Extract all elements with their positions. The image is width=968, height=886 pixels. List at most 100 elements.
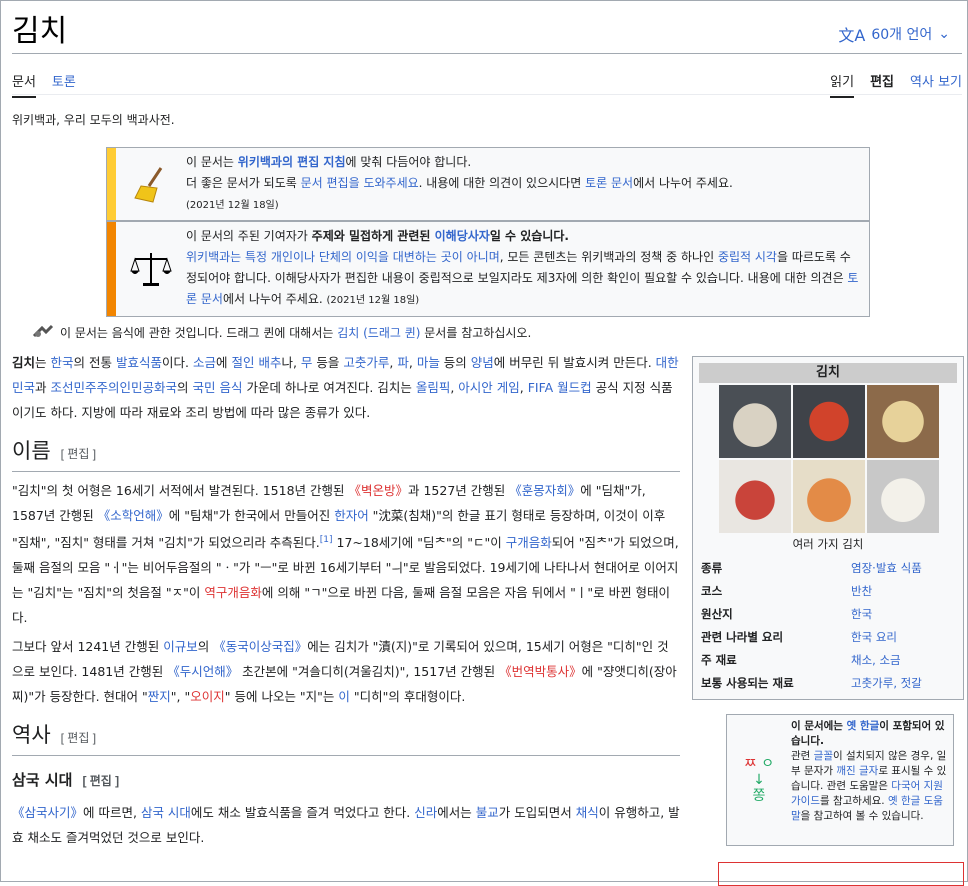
notice-text: 이 문서에는 옛 한글이 포함되어 있습니다. 관련 글꼴이 설치되지 않은 경… [791, 720, 947, 822]
link-beonyeok[interactable]: 《번역박통사》 [499, 664, 582, 679]
npov-link[interactable]: 중립적 시각 [718, 250, 777, 264]
scales-icon [116, 222, 186, 316]
infobox-value[interactable]: 반찬 [851, 580, 957, 603]
kimchi-photo [867, 385, 939, 458]
infobox-title: 김치 [699, 363, 957, 383]
edit-section-link[interactable]: [ 편집 ] [61, 731, 96, 745]
infobox-value[interactable]: 고춧가루, 젓갈 [851, 672, 957, 695]
infobox-value[interactable]: 채소, 소금 [851, 649, 957, 672]
infobox-caption: 여러 가지 김치 [792, 537, 864, 551]
link-jjanji[interactable]: 짠지 [148, 689, 171, 704]
infobox-row: 코스 반찬 [693, 580, 963, 603]
infobox-value[interactable]: 한국 요리 [851, 626, 957, 649]
infobox-value[interactable]: 염장·발효 식품 [851, 557, 957, 580]
subsection-heading-samguk: 삼국 시대[ 편집 ] [12, 771, 120, 790]
old-hangul-notice: ㅉ ㅇ ↓ 쫑 이 문서에는 옛 한글이 포함되어 있습니다. 관련 글꼴이 설… [726, 714, 954, 846]
kimchi-photo [793, 385, 865, 458]
tabs-divider [12, 94, 962, 95]
chevron-down-icon: ⌄ [938, 26, 950, 42]
link-three-kingdoms[interactable]: 삼국 시대 [141, 805, 191, 820]
paragraph: 그보다 앞서 1241년 간행된 이규보의 《동국이상국집》에는 김치가 "漬(… [12, 639, 677, 705]
link-korea[interactable]: 한국 [51, 355, 74, 370]
disambiguation-icon [32, 324, 54, 341]
link-sohakeonhae[interactable]: 《소학언해》 [98, 508, 169, 523]
link-yi-gyubo[interactable]: 이규보 [163, 639, 198, 654]
link-donggukisangguk[interactable]: 《동국이상국집》 [213, 639, 307, 654]
link-dusieonhae[interactable]: 《두시언해》 [167, 664, 238, 679]
broom-icon [116, 148, 186, 220]
notice-bar [107, 222, 116, 316]
old-hangul-link[interactable]: 옛 한글 [847, 720, 880, 732]
edit-section-link[interactable]: [ 편집 ] [61, 447, 96, 461]
link-chili[interactable]: 고춧가루 [343, 355, 389, 370]
language-count: 60개 언어 [871, 27, 933, 43]
section-heading-history: 역사[ 편집 ] [12, 723, 680, 757]
link-seasoning[interactable]: 양념 [471, 355, 494, 370]
kimchi-photo [867, 460, 939, 533]
not-advocacy-link[interactable]: 위키백과는 특정 개인이나 단체의 이익을 대변하는 곳이 아니며 [186, 250, 500, 264]
link-world-cup[interactable]: FIFA 월드컵 [528, 380, 592, 395]
link-byeogonbang[interactable]: 《벽온방》 [348, 483, 408, 498]
next-notice-box [718, 862, 964, 886]
paragraph: 《삼국사기》에 따르면, 삼국 시대에도 채소 발효식품을 즐겨 먹었다고 한다… [12, 805, 680, 846]
link-asian-games[interactable]: 아시안 게임 [458, 380, 519, 395]
talk-link[interactable]: 토론 문서 [585, 176, 633, 190]
old-hangul-icon: ㅉ ㅇ ↓ 쫑 [743, 756, 775, 804]
paragraph: "김치"의 첫 어형은 16세기 서적에서 발견된다. 1518년 간행된 《벽… [12, 483, 679, 626]
link-national-food[interactable]: 국민 음식 [193, 380, 243, 395]
link-samguksagi[interactable]: 《삼국사기》 [12, 805, 83, 820]
link-fermented[interactable]: 발효식품 [116, 355, 162, 370]
notice-text: 이 문서의 주된 기여자가 주제와 밀접하게 관련된 이해당사자일 수 있습니다… [186, 229, 859, 306]
link-vegetarian[interactable]: 채식 [576, 805, 599, 820]
page-title: 김치 [12, 15, 68, 48]
coi-link[interactable]: 이해당사자 [435, 229, 490, 243]
link-garlic[interactable]: 마늘 [417, 355, 440, 370]
infobox-row: 보통 사용되는 재료 고춧가루, 젓갈 [693, 672, 963, 699]
infobox-row: 원산지 한국 [693, 603, 963, 626]
cleanup-notice: 이 문서는 위키백과의 편집 지침에 맞춰 다듬어야 합니다. 더 좋은 문서가… [106, 147, 870, 221]
infobox-value[interactable]: 한국 [851, 603, 957, 626]
link-salted[interactable]: 절인 [231, 355, 254, 370]
help-edit-link[interactable]: 문서 편집을 도와주세요 [301, 176, 419, 190]
link-scallion[interactable]: 파 [397, 355, 409, 370]
link-hunmongjahoe[interactable]: 《훈몽자회》 [509, 483, 580, 498]
editing-guideline-link[interactable]: 위키백과의 편집 지침 [238, 155, 346, 169]
language-button[interactable]: 文A 60개 언어 ⌄ [838, 22, 950, 46]
link-cabbage[interactable]: 배추 [258, 355, 281, 370]
section-heading-name: 이름[ 편집 ] [12, 439, 680, 472]
link-i[interactable]: 이 [338, 689, 350, 704]
link-oiji[interactable]: 오이지 [190, 689, 225, 704]
link-hanja[interactable]: 한자어 [334, 508, 369, 523]
edit-section-link[interactable]: [ 편집 ] [82, 774, 119, 788]
kimchi-photo [719, 460, 791, 533]
infobox: 김치 여러 가지 김치 종류 염장·발효 식품 코스 반찬 원산지 한국 관련 나라별… [692, 356, 964, 700]
link-dprk[interactable]: 조선민주주의인민공화국 [51, 380, 178, 395]
kimchi-photo [793, 460, 865, 533]
intro-paragraph: 김치는 한국의 전통 발효식품이다. 소금에 절인 배추나, 무 등을 고춧가루… [12, 355, 679, 420]
coi-notice: 이 문서의 주된 기여자가 주제와 밀접하게 관련된 이해당사자일 수 있습니다… [106, 221, 870, 317]
reference-link[interactable]: [1] [320, 535, 333, 545]
article-body: 김치는 한국의 전통 발효식품이다. 소금에 절인 배추나, 무 등을 고춧가루… [12, 350, 680, 854]
link-silla[interactable]: 신라 [414, 805, 437, 820]
infobox-row: 종류 염장·발효 식품 [693, 557, 963, 580]
title-divider [12, 53, 962, 54]
link-radish[interactable]: 무 [301, 355, 313, 370]
kimchi-image-grid[interactable] [719, 385, 963, 533]
drag-queen-link[interactable]: 김치 (드래그 퀸) [337, 326, 420, 340]
mojibake-link[interactable]: 깨진 글자 [836, 765, 878, 777]
link-olympics[interactable]: 올림픽 [416, 380, 451, 395]
font-link[interactable]: 글꼴 [814, 750, 833, 762]
link-salt[interactable]: 소금 [193, 355, 216, 370]
infobox-row: 주 재료 채소, 소금 [693, 649, 963, 672]
translate-icon: 文A [838, 26, 866, 45]
link-palatalization[interactable]: 구개음화 [506, 535, 552, 550]
hatnote: 이 문서는 음식에 관한 것입니다. 드래그 퀸에 대해서는 김치 (드래그 퀸… [32, 324, 531, 341]
site-tagline: 위키백과, 우리 모두의 백과사전. [12, 113, 175, 127]
notice-text: 이 문서는 위키백과의 편집 지침에 맞춰 다듬어야 합니다. 더 좋은 문서가… [186, 155, 733, 211]
notice-date: (2021년 12월 18일) [186, 200, 279, 211]
link-reverse-palatalization[interactable]: 역구개음화 [204, 585, 262, 600]
infobox-row: 관련 나라별 요리 한국 요리 [693, 626, 963, 649]
notice-bar [107, 148, 116, 220]
kimchi-photo [719, 385, 791, 458]
link-buddhism[interactable]: 불교 [476, 805, 499, 820]
